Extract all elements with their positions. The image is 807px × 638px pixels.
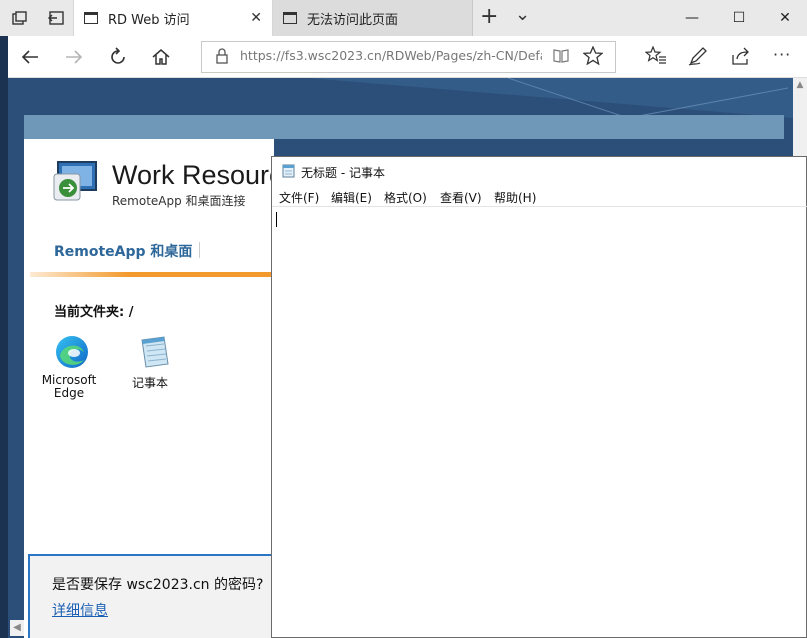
forward-icon[interactable] [61, 44, 87, 70]
page-icon [283, 12, 297, 24]
scroll-left-icon[interactable]: ◀ [10, 620, 24, 636]
remote-desktop-icon [52, 160, 100, 204]
menu-file[interactable]: 文件(F) [279, 189, 319, 206]
notepad-title-icon [282, 163, 295, 178]
lock-icon [215, 48, 229, 64]
close-tab-icon[interactable]: ✕ [250, 10, 262, 26]
menu-format[interactable]: 格式(O) [384, 189, 427, 206]
notepad-app-icon[interactable] [136, 334, 172, 370]
maximize-button[interactable]: ☐ [716, 0, 762, 36]
web-note-icon[interactable] [688, 46, 708, 66]
current-folder-label: 当前文件夹: / [54, 305, 134, 320]
edge-label-line2: Edge [53, 386, 85, 400]
tab-unreachable[interactable]: 无法访问此页面 [273, 0, 473, 36]
text-caret [276, 212, 277, 227]
back-icon[interactable] [17, 44, 43, 70]
scroll-up-icon[interactable]: ▲ [793, 78, 807, 92]
page-icon [84, 12, 98, 24]
save-password-bar [28, 554, 278, 638]
tab-actions-icon[interactable] [12, 10, 28, 25]
page-subtitle: RemoteApp 和桌面连接 [112, 194, 246, 208]
more-menu-button[interactable]: ··· [773, 45, 791, 64]
desktop-edge [0, 36, 8, 638]
nav-divider [199, 242, 200, 258]
notepad-text-area[interactable] [272, 207, 806, 637]
notepad-app-label[interactable]: 记事本 [120, 374, 180, 391]
accent-underline [30, 272, 274, 277]
tab-label: RD Web 访问 [108, 12, 190, 28]
tab-list-button[interactable]: ⌄ [515, 4, 530, 25]
home-icon[interactable] [148, 44, 174, 70]
notepad-title: 无标题 - 记事本 [301, 166, 385, 180]
reading-view-icon[interactable] [552, 48, 570, 64]
refresh-icon[interactable] [105, 44, 131, 70]
menu-view[interactable]: 查看(V) [440, 189, 482, 206]
menu-help[interactable]: 帮助(H) [494, 189, 536, 206]
save-password-question: 是否要保存 wsc2023.cn 的密码? [52, 577, 264, 593]
edge-icon[interactable] [54, 334, 90, 370]
new-tab-button[interactable]: + [480, 4, 498, 29]
edge-app-label[interactable]: Microsoft Edge [36, 374, 102, 400]
page-header-band [24, 115, 784, 139]
details-link[interactable]: 详细信息 [52, 600, 108, 620]
tab-rd-web[interactable]: RD Web 访问 ✕ [73, 0, 273, 36]
favorite-star-icon[interactable] [582, 45, 604, 66]
set-aside-tabs-icon[interactable] [47, 10, 65, 25]
menu-edit[interactable]: 编辑(E) [331, 189, 372, 206]
tab-label: 无法访问此页面 [307, 12, 399, 28]
remoteapp-nav-link[interactable]: RemoteApp 和桌面 [54, 241, 192, 261]
share-icon[interactable] [731, 46, 751, 66]
url-text[interactable]: https://fs3.wsc2023.cn/RDWeb/Pages/zh-CN… [240, 48, 542, 66]
favorites-hub-icon[interactable] [644, 45, 667, 66]
minimize-button[interactable]: — [669, 0, 715, 36]
close-window-button[interactable]: ✕ [762, 0, 807, 36]
